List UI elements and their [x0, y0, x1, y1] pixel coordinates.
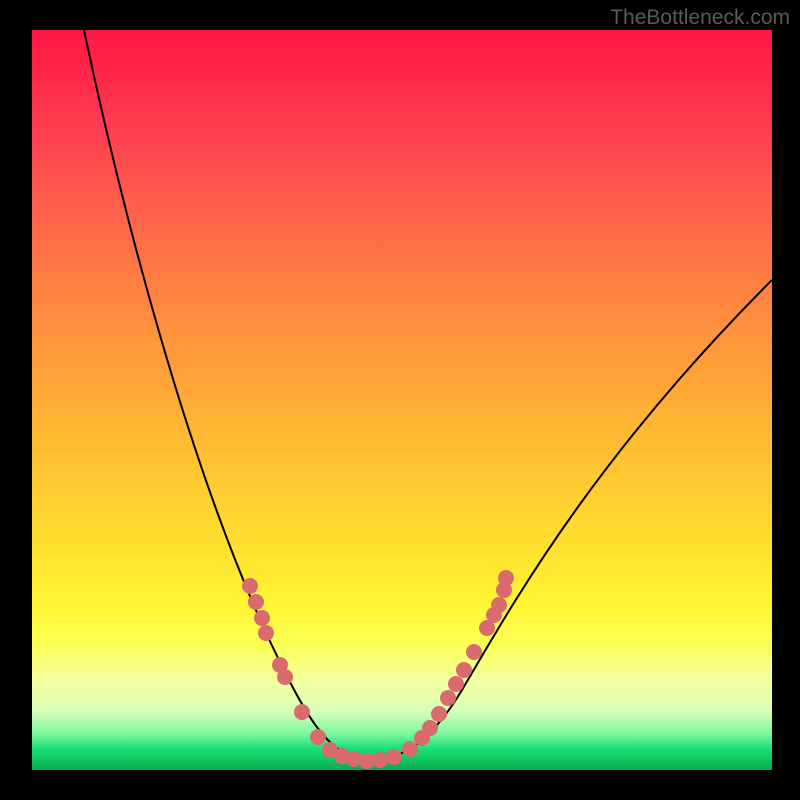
data-point	[254, 610, 270, 626]
data-point	[386, 749, 402, 765]
data-point	[242, 578, 258, 594]
data-point	[431, 706, 447, 722]
data-point	[310, 729, 326, 745]
chart-svg	[32, 30, 772, 770]
data-point	[466, 644, 482, 660]
data-point	[440, 690, 456, 706]
data-point	[422, 720, 438, 736]
chart-plot-area	[32, 30, 772, 770]
data-point	[372, 752, 388, 768]
data-point	[258, 625, 274, 641]
watermark-text: TheBottleneck.com	[610, 6, 790, 30]
data-point	[491, 597, 507, 613]
data-point	[456, 662, 472, 678]
data-point	[277, 669, 293, 685]
data-point	[402, 741, 418, 757]
data-point	[248, 594, 264, 610]
data-point	[448, 676, 464, 692]
data-point	[498, 570, 514, 586]
data-point	[294, 704, 310, 720]
bottleneck-curve	[84, 30, 772, 760]
